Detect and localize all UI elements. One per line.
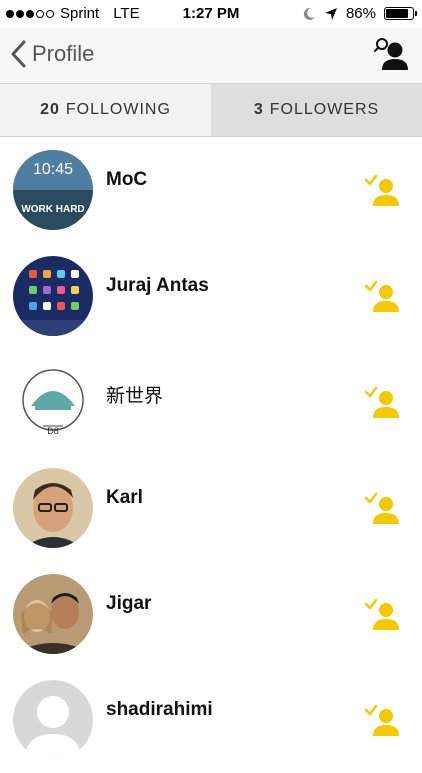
- avatar-caption-text: WORK HARD: [21, 204, 84, 215]
- find-user-icon: [374, 38, 408, 70]
- chevron-left-icon: [11, 40, 26, 68]
- status-bar: Sprint LTE 1:27 PM 86%: [0, 0, 422, 28]
- back-label: Profile: [32, 41, 95, 66]
- user-name: Karl: [106, 487, 143, 508]
- user-name: Juraj Antas: [106, 275, 209, 296]
- following-toggle-button[interactable]: [362, 701, 402, 739]
- status-right: 86%: [302, 5, 417, 22]
- tab-followers[interactable]: 3 FOLLOWERS: [211, 84, 422, 137]
- user-name: MoC: [106, 169, 148, 190]
- avatar[interactable]: [13, 468, 93, 548]
- avatar[interactable]: [13, 680, 93, 760]
- following-count: 20: [40, 101, 60, 118]
- avatar[interactable]: 10:45 WORK HARD: [13, 150, 93, 230]
- list-item[interactable]: shadirahimi: [0, 667, 422, 773]
- avatar[interactable]: [13, 256, 93, 336]
- following-user-icon: [364, 492, 399, 524]
- follow-tabs: 20 FOLLOWING 3 FOLLOWERS: [0, 84, 422, 137]
- following-toggle-button[interactable]: [362, 171, 402, 209]
- following-toggle-button[interactable]: [362, 489, 402, 527]
- followers-label: FOLLOWERS: [269, 101, 380, 118]
- avatar[interactable]: D8: [13, 362, 93, 442]
- avatar-time-text: 10:45: [33, 161, 73, 178]
- list-item[interactable]: Karl: [0, 455, 422, 561]
- following-user-icon: [364, 704, 399, 736]
- following-user-icon: [364, 386, 399, 418]
- following-list: 10:45 WORK HARD MoC Juraj Antas D8 新世界 K…: [0, 137, 422, 773]
- user-name: shadirahimi: [106, 699, 213, 720]
- followers-count: 3: [253, 101, 264, 118]
- following-toggle-button[interactable]: [362, 383, 402, 421]
- find-user-button[interactable]: [374, 36, 410, 79]
- following-user-icon: [364, 598, 399, 630]
- following-toggle-button[interactable]: [362, 277, 402, 315]
- following-user-icon: [364, 280, 399, 312]
- list-item[interactable]: 10:45 WORK HARD MoC: [0, 137, 422, 243]
- tab-following[interactable]: 20 FOLLOWING: [0, 84, 211, 137]
- avatar-caption-text: D8: [47, 426, 59, 436]
- location-arrow-icon: [324, 7, 337, 20]
- user-name: Jigar: [106, 593, 152, 614]
- following-user-icon: [364, 174, 399, 206]
- navigation-bar: Profile: [0, 28, 422, 84]
- list-item[interactable]: Jigar: [0, 561, 422, 667]
- moon-icon: [303, 7, 315, 20]
- battery-icon: [384, 7, 417, 20]
- following-label: FOLLOWING: [65, 101, 171, 118]
- list-item[interactable]: Juraj Antas: [0, 243, 422, 349]
- back-button[interactable]: Profile: [10, 40, 94, 68]
- list-item[interactable]: D8 新世界: [0, 349, 422, 455]
- following-toggle-button[interactable]: [362, 595, 402, 633]
- avatar[interactable]: [13, 574, 93, 654]
- default-avatar-icon: [13, 680, 93, 760]
- user-name: 新世界: [106, 385, 164, 407]
- battery-percent: 86%: [345, 5, 376, 22]
